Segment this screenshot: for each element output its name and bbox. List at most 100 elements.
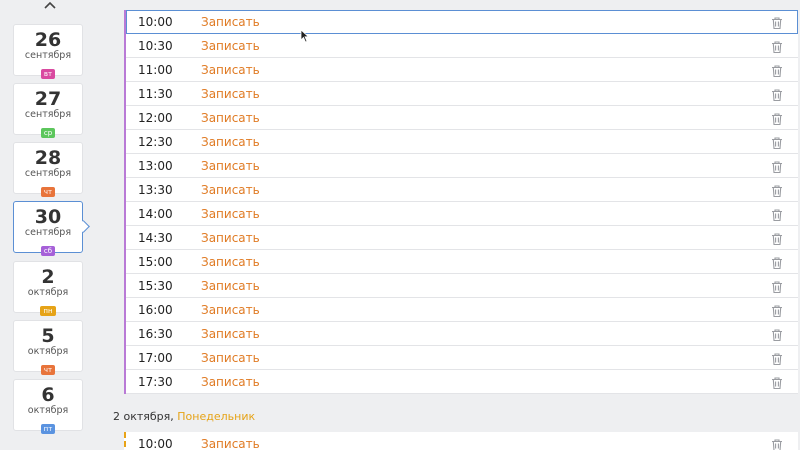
day-group-september-30: 10:00 Записать 10:30 Записать 11:00 Записать 1… bbox=[124, 10, 798, 394]
book-slot-link[interactable]: Записать bbox=[201, 135, 260, 149]
time-slot-row[interactable]: 15:30 Записать bbox=[126, 274, 798, 298]
time-slot-row[interactable]: 17:30 Записать bbox=[126, 370, 798, 394]
date-card-month: октября bbox=[27, 405, 69, 416]
date-card-day: 5 bbox=[41, 325, 55, 347]
time-slot-row[interactable]: 16:00 Записать bbox=[126, 298, 798, 322]
slot-time: 10:00 bbox=[138, 437, 173, 450]
book-slot-link[interactable]: Записать bbox=[201, 437, 260, 450]
mouse-cursor-icon bbox=[300, 29, 310, 43]
date-card-month: сентября bbox=[24, 50, 72, 61]
date-card[interactable]: 27 сентября ср bbox=[13, 83, 83, 138]
time-slot-row[interactable]: 12:00 Записать bbox=[126, 106, 798, 130]
day-group-october-2: 10:00 Записать bbox=[124, 432, 798, 450]
date-card-month: сентября bbox=[24, 227, 72, 238]
weekday-badge: чт bbox=[40, 365, 56, 375]
book-slot-link[interactable]: Записать bbox=[201, 327, 260, 341]
time-slot-row[interactable]: 10:00 Записать bbox=[126, 10, 798, 34]
slot-time: 17:00 bbox=[138, 351, 173, 365]
date-card[interactable]: 28 сентября чт bbox=[13, 142, 83, 197]
time-slot-row[interactable]: 11:00 Записать bbox=[126, 58, 798, 82]
trash-icon[interactable] bbox=[770, 255, 784, 270]
trash-icon[interactable] bbox=[770, 327, 784, 342]
slot-time: 15:00 bbox=[138, 255, 173, 269]
time-slot-row[interactable]: 11:30 Записать bbox=[126, 82, 798, 106]
day-group-header: 2 октября, Понедельник bbox=[113, 410, 255, 423]
date-card-day: 27 bbox=[34, 88, 62, 110]
trash-icon[interactable] bbox=[770, 159, 784, 174]
slot-time: 10:00 bbox=[138, 15, 173, 29]
date-card-month: октября bbox=[27, 287, 69, 298]
date-card-month: сентября bbox=[24, 168, 72, 179]
date-card-day: 30 bbox=[34, 206, 62, 228]
time-slot-row[interactable]: 16:30 Записать bbox=[126, 322, 798, 346]
trash-icon[interactable] bbox=[770, 39, 784, 54]
weekday-badge: вт bbox=[40, 69, 56, 79]
time-slot-row[interactable]: 17:00 Записать bbox=[126, 346, 798, 370]
book-slot-link[interactable]: Записать bbox=[201, 159, 260, 173]
book-slot-link[interactable]: Записать bbox=[201, 279, 260, 293]
weekday-badge: сб bbox=[40, 246, 56, 256]
trash-icon[interactable] bbox=[770, 375, 784, 390]
time-slot-row[interactable]: 12:30 Записать bbox=[126, 130, 798, 154]
weekday-badge: чт bbox=[40, 187, 56, 197]
trash-icon[interactable] bbox=[770, 15, 784, 30]
slot-time: 17:30 bbox=[138, 375, 173, 389]
book-slot-link[interactable]: Записать bbox=[201, 375, 260, 389]
book-slot-link[interactable]: Записать bbox=[201, 231, 260, 245]
date-card-month: октября bbox=[27, 346, 69, 357]
date-card[interactable]: 2 октября пн bbox=[13, 261, 83, 316]
date-card-day: 2 bbox=[41, 266, 55, 288]
slot-time: 13:30 bbox=[138, 183, 173, 197]
book-slot-link[interactable]: Записать bbox=[201, 207, 260, 221]
trash-icon[interactable] bbox=[770, 87, 784, 102]
time-slot-row[interactable]: 14:30 Записать bbox=[126, 226, 798, 250]
time-slot-row[interactable]: 10:30 Записать bbox=[126, 34, 798, 58]
time-slot-row[interactable]: 13:30 Записать bbox=[126, 178, 798, 202]
time-slot-row[interactable]: 10:00 Записать bbox=[126, 432, 798, 450]
book-slot-link[interactable]: Записать bbox=[201, 39, 260, 53]
slot-time: 12:00 bbox=[138, 111, 173, 125]
book-slot-link[interactable]: Записать bbox=[201, 255, 260, 269]
book-slot-link[interactable]: Записать bbox=[201, 15, 260, 29]
weekday-badge: ср bbox=[40, 128, 56, 138]
date-card[interactable]: 5 октября чт bbox=[13, 320, 83, 375]
date-card[interactable]: 30 сентября сб bbox=[13, 201, 90, 256]
slot-time: 11:00 bbox=[138, 63, 173, 77]
time-slot-row[interactable]: 14:00 Записать bbox=[126, 202, 798, 226]
date-card-month: сентября bbox=[24, 109, 72, 120]
date-card[interactable]: 6 октября пт bbox=[13, 379, 83, 434]
time-slot-row[interactable]: 15:00 Записать bbox=[126, 250, 798, 274]
slot-time: 14:30 bbox=[138, 231, 173, 245]
date-card-day: 26 bbox=[34, 29, 62, 51]
slot-time: 10:30 bbox=[138, 39, 173, 53]
slot-time: 14:00 bbox=[138, 207, 173, 221]
schedule-view: 26 сентября вт 27 сентября ср 28 сентября чт 30 се… bbox=[0, 0, 800, 450]
trash-icon[interactable] bbox=[770, 207, 784, 222]
trash-icon[interactable] bbox=[770, 279, 784, 294]
book-slot-link[interactable]: Записать bbox=[201, 183, 260, 197]
book-slot-link[interactable]: Записать bbox=[201, 303, 260, 317]
date-card-day: 28 bbox=[34, 147, 62, 169]
weekday-badge: пн bbox=[40, 306, 56, 316]
trash-icon[interactable] bbox=[770, 135, 784, 150]
book-slot-link[interactable]: Записать bbox=[201, 87, 260, 101]
trash-icon[interactable] bbox=[770, 63, 784, 78]
trash-icon[interactable] bbox=[770, 183, 784, 198]
slot-time: 13:00 bbox=[138, 159, 173, 173]
slot-time: 11:30 bbox=[138, 87, 173, 101]
book-slot-link[interactable]: Записать bbox=[201, 351, 260, 365]
trash-icon[interactable] bbox=[770, 111, 784, 126]
time-slot-row[interactable]: 13:00 Записать bbox=[126, 154, 798, 178]
trash-icon[interactable] bbox=[770, 303, 784, 318]
trash-icon[interactable] bbox=[770, 231, 784, 246]
slot-time: 16:30 bbox=[138, 327, 173, 341]
group-header-weekday: Понедельник bbox=[177, 410, 256, 423]
book-slot-link[interactable]: Записать bbox=[201, 63, 260, 77]
trash-icon[interactable] bbox=[770, 437, 784, 450]
chevron-up-icon[interactable] bbox=[44, 0, 56, 12]
book-slot-link[interactable]: Записать bbox=[201, 111, 260, 125]
group-header-date: 2 октября, bbox=[113, 410, 174, 423]
date-card[interactable]: 26 сентября вт bbox=[13, 24, 83, 79]
trash-icon[interactable] bbox=[770, 351, 784, 366]
slot-time: 12:30 bbox=[138, 135, 173, 149]
